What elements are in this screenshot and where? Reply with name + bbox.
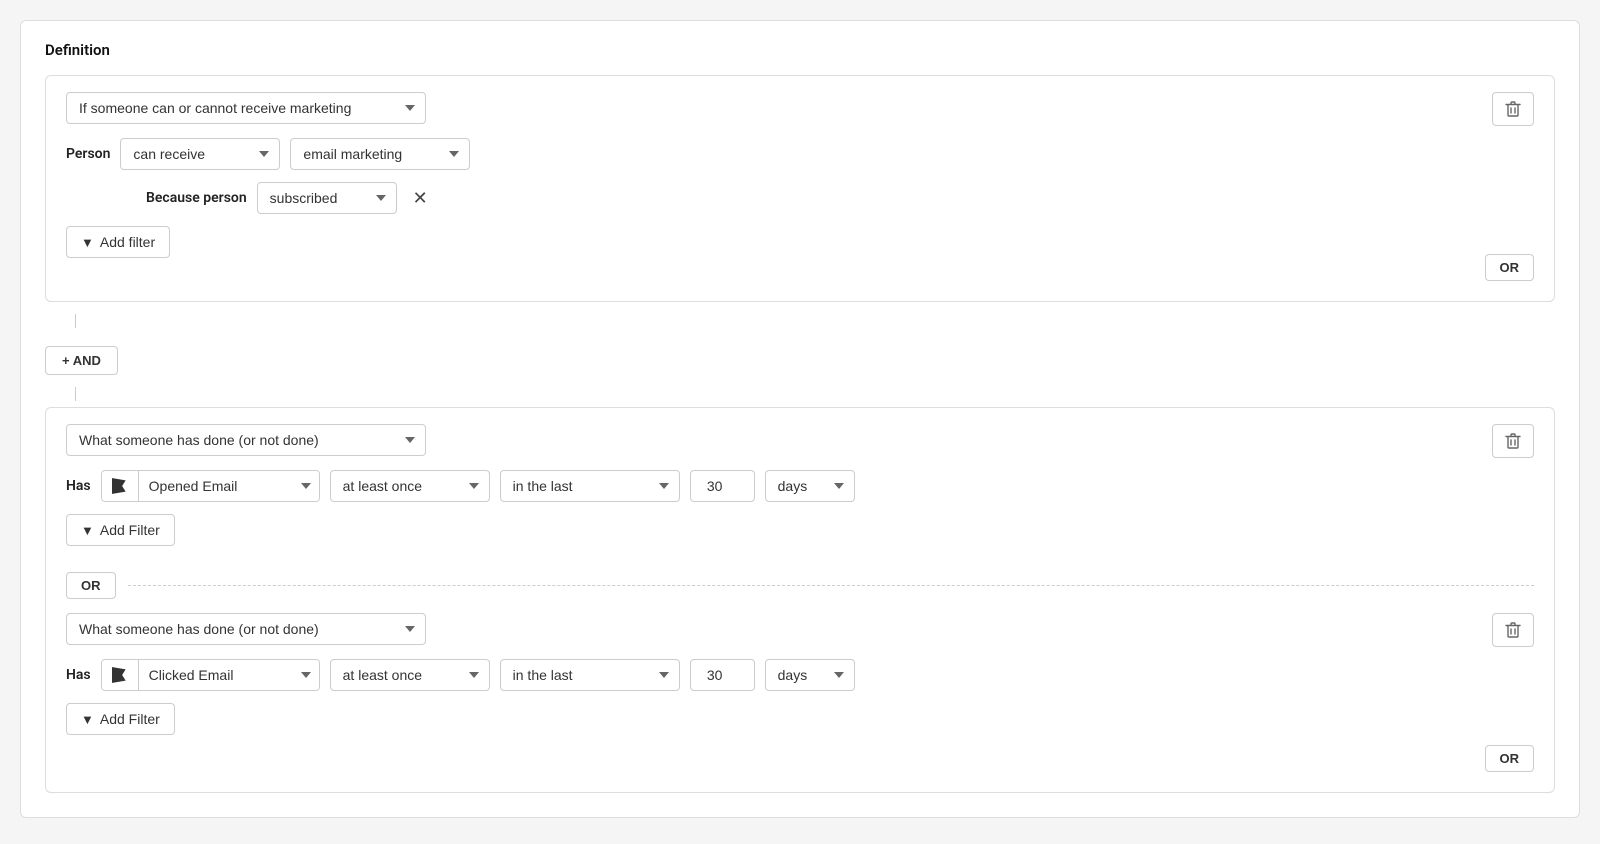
or-divider-button[interactable]: OR xyxy=(66,572,116,599)
time-range-dropdown-2[interactable]: in the last before after xyxy=(500,659,680,691)
filter-icon-2: ▼ xyxy=(81,523,94,538)
flag-icon-box-2 xyxy=(102,660,139,690)
time-unit-dropdown-1[interactable]: days weeks months xyxy=(765,470,855,502)
can-receive-dropdown[interactable]: can receive cannot receive xyxy=(120,138,280,170)
flag-icon-1 xyxy=(112,478,126,494)
because-label: Because person xyxy=(146,190,247,206)
person-label: Person xyxy=(66,146,110,162)
time-range-dropdown-1[interactable]: in the last before after xyxy=(500,470,680,502)
because-dropdown[interactable]: subscribed unsubscribed never subscribed xyxy=(257,182,397,214)
time-unit-dropdown-2[interactable]: days weeks months xyxy=(765,659,855,691)
frequency-dropdown-1[interactable]: at least once zero times exactly xyxy=(330,470,490,502)
action-dropdown-2[interactable]: Clicked Email Opened Email Received Emai… xyxy=(139,660,319,690)
has-label-2: Has xyxy=(66,667,91,683)
has-label-1: Has xyxy=(66,478,91,494)
page-title: Definition xyxy=(45,41,1555,59)
action-dropdown-1[interactable]: Opened Email Clicked Email Received Emai… xyxy=(139,471,319,501)
days-input-2[interactable] xyxy=(690,659,755,691)
main-condition-dropdown-3[interactable]: What someone has done (or not done) If s… xyxy=(66,613,426,645)
sub-block-1: What someone has done (or not done) If s… xyxy=(66,424,1534,558)
condition-block-1: If someone can or cannot receive marketi… xyxy=(45,75,1555,302)
marketing-type-dropdown[interactable]: email marketing sms marketing push marke… xyxy=(290,138,470,170)
add-filter-button-2[interactable]: ▼ Add Filter xyxy=(66,514,175,546)
add-filter-button-3[interactable]: ▼ Add Filter xyxy=(66,703,175,735)
trash-icon-3 xyxy=(1505,621,1521,639)
sub-block-2: What someone has done (or not done) If s… xyxy=(66,613,1534,772)
delete-button-1[interactable] xyxy=(1492,92,1534,126)
or-divider: OR xyxy=(66,572,1534,599)
or-divider-line xyxy=(128,585,1535,586)
frequency-dropdown-2[interactable]: at least once zero times exactly xyxy=(330,659,490,691)
filter-icon-1: ▼ xyxy=(81,235,94,250)
and-button[interactable]: + AND xyxy=(45,346,118,375)
main-condition-dropdown-2[interactable]: What someone has done (or not done) If s… xyxy=(66,424,426,456)
add-filter-button-1[interactable]: ▼ Add filter xyxy=(66,226,170,258)
action-select-wrapper-2: Clicked Email Opened Email Received Emai… xyxy=(101,659,320,691)
trash-icon-1 xyxy=(1505,100,1521,118)
or-button-1[interactable]: OR xyxy=(1485,254,1535,281)
action-select-wrapper-1: Opened Email Clicked Email Received Emai… xyxy=(101,470,320,502)
flag-icon-box-1 xyxy=(102,471,139,501)
because-close-button[interactable]: ✕ xyxy=(407,187,434,209)
main-condition-dropdown-1[interactable]: If someone can or cannot receive marketi… xyxy=(66,92,426,124)
delete-button-2[interactable] xyxy=(1492,424,1534,458)
filter-icon-3: ▼ xyxy=(81,712,94,727)
delete-button-3[interactable] xyxy=(1492,613,1534,647)
or-button-2[interactable]: OR xyxy=(1485,745,1535,772)
condition-block-2: What someone has done (or not done) If s… xyxy=(45,407,1555,793)
flag-icon-2 xyxy=(112,667,126,683)
trash-icon-2 xyxy=(1505,432,1521,450)
days-input-1[interactable] xyxy=(690,470,755,502)
